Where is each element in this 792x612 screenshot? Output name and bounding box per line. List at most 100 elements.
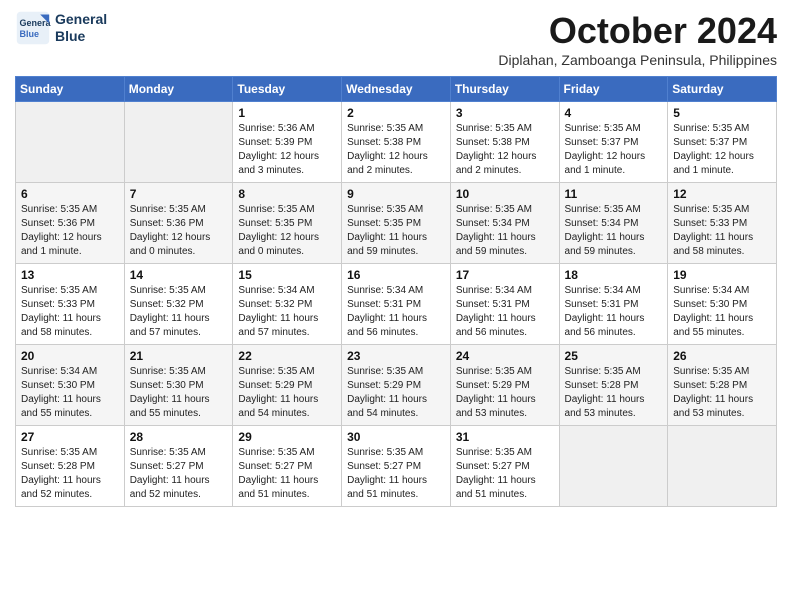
calendar-cell (559, 426, 668, 507)
calendar-cell: 6Sunrise: 5:35 AMSunset: 5:36 PMDaylight… (16, 183, 125, 264)
day-number: 30 (347, 430, 445, 444)
day-info: Sunrise: 5:35 AMSunset: 5:27 PMDaylight:… (456, 446, 554, 502)
day-number: 27 (21, 430, 119, 444)
calendar-week-row: 13 Sunrise: 5:35 AMSunset: 5:33 PMDayligh… (16, 264, 777, 345)
day-info: Sunrise: 5:34 AMSunset: 5:32 PMDaylight:… (238, 284, 336, 340)
day-info: Sunrise: 5:35 AMSunset: 5:29 PMDaylight:… (347, 365, 445, 421)
day-number: 29 (238, 430, 336, 444)
day-info: Sunrise: 5:35 AMSunset: 5:27 PMDaylight:… (238, 446, 336, 502)
day-number: 17 (456, 268, 554, 282)
weekday-header: Thursday (450, 77, 559, 102)
month-title: October 2024 (498, 10, 777, 52)
calendar-cell: 4Sunrise: 5:35 AMSunset: 5:37 PMDaylight… (559, 102, 668, 183)
logo-icon: General Blue (15, 10, 51, 46)
calendar-cell: 12 Sunrise: 5:35 AMSunset: 5:33 PMDayligh… (668, 183, 777, 264)
svg-text:Blue: Blue (20, 29, 40, 39)
calendar-week-row: 27 Sunrise: 5:35 AMSunset: 5:28 PMDayligh… (16, 426, 777, 507)
day-number: 21 (130, 349, 228, 363)
calendar-week-row: 20 Sunrise: 5:34 AMSunset: 5:30 PMDayligh… (16, 345, 777, 426)
calendar-cell (124, 102, 233, 183)
logo-text: General Blue (55, 11, 107, 45)
day-info: Sunrise: 5:35 AMSunset: 5:29 PMDaylight:… (456, 365, 554, 421)
day-info: Sunrise: 5:35 AMSunset: 5:34 PMDaylight:… (456, 203, 554, 259)
calendar-cell: 22Sunrise: 5:35 AMSunset: 5:29 PMDayligh… (233, 345, 342, 426)
day-info: Sunrise: 5:34 AMSunset: 5:30 PMDaylight:… (21, 365, 119, 421)
calendar-cell: 11 Sunrise: 5:35 AMSunset: 5:34 PMDayligh… (559, 183, 668, 264)
calendar-cell: 3Sunrise: 5:35 AMSunset: 5:38 PMDaylight… (450, 102, 559, 183)
day-info: Sunrise: 5:35 AMSunset: 5:35 PMDaylight:… (347, 203, 445, 259)
day-number: 4 (565, 106, 663, 120)
calendar-cell: 7Sunrise: 5:35 AMSunset: 5:36 PMDaylight… (124, 183, 233, 264)
day-info: Sunrise: 5:35 AMSunset: 5:32 PMDaylight:… (130, 284, 228, 340)
calendar-cell: 23 Sunrise: 5:35 AMSunset: 5:29 PMDayligh… (342, 345, 451, 426)
calendar-week-row: 1 Sunrise: 5:36 AMSunset: 5:39 PMDaylight… (16, 102, 777, 183)
day-number: 25 (565, 349, 663, 363)
day-number: 22 (238, 349, 336, 363)
location-subtitle: Diplahan, Zamboanga Peninsula, Philippin… (498, 52, 777, 68)
day-info: Sunrise: 5:35 AMSunset: 5:38 PMDaylight:… (456, 122, 554, 178)
calendar-cell: 5Sunrise: 5:35 AMSunset: 5:37 PMDaylight… (668, 102, 777, 183)
day-number: 6 (21, 187, 119, 201)
day-info: Sunrise: 5:36 AMSunset: 5:39 PMDaylight:… (238, 122, 336, 178)
page-header: General Blue General Blue October 2024 D… (15, 10, 777, 68)
day-info: Sunrise: 5:34 AMSunset: 5:31 PMDaylight:… (565, 284, 663, 340)
day-info: Sunrise: 5:35 AMSunset: 5:30 PMDaylight:… (130, 365, 228, 421)
calendar-cell: 24 Sunrise: 5:35 AMSunset: 5:29 PMDayligh… (450, 345, 559, 426)
calendar-cell: 14 Sunrise: 5:35 AMSunset: 5:32 PMDayligh… (124, 264, 233, 345)
day-info: Sunrise: 5:35 AMSunset: 5:33 PMDaylight:… (673, 203, 771, 259)
day-number: 15 (238, 268, 336, 282)
day-info: Sunrise: 5:35 AMSunset: 5:33 PMDaylight:… (21, 284, 119, 340)
day-number: 20 (21, 349, 119, 363)
day-info: Sunrise: 5:35 AMSunset: 5:34 PMDaylight:… (565, 203, 663, 259)
day-info: Sunrise: 5:35 AMSunset: 5:28 PMDaylight:… (673, 365, 771, 421)
day-number: 19 (673, 268, 771, 282)
day-number: 7 (130, 187, 228, 201)
calendar-cell: 25 Sunrise: 5:35 AMSunset: 5:28 PMDayligh… (559, 345, 668, 426)
weekday-header: Tuesday (233, 77, 342, 102)
day-info: Sunrise: 5:35 AMSunset: 5:27 PMDaylight:… (130, 446, 228, 502)
day-number: 31 (456, 430, 554, 444)
day-number: 18 (565, 268, 663, 282)
day-number: 23 (347, 349, 445, 363)
day-number: 1 (238, 106, 336, 120)
calendar-cell: 15 Sunrise: 5:34 AMSunset: 5:32 PMDayligh… (233, 264, 342, 345)
day-info: Sunrise: 5:34 AMSunset: 5:31 PMDaylight:… (347, 284, 445, 340)
weekday-header: Saturday (668, 77, 777, 102)
day-number: 24 (456, 349, 554, 363)
calendar-cell: 29 Sunrise: 5:35 AMSunset: 5:27 PMDayligh… (233, 426, 342, 507)
day-number: 9 (347, 187, 445, 201)
logo: General Blue General Blue (15, 10, 107, 46)
calendar-week-row: 6Sunrise: 5:35 AMSunset: 5:36 PMDaylight… (16, 183, 777, 264)
calendar-cell: 18 Sunrise: 5:34 AMSunset: 5:31 PMDayligh… (559, 264, 668, 345)
day-number: 12 (673, 187, 771, 201)
day-number: 16 (347, 268, 445, 282)
calendar-cell: 30 Sunrise: 5:35 AMSunset: 5:27 PMDayligh… (342, 426, 451, 507)
calendar-cell (668, 426, 777, 507)
day-number: 14 (130, 268, 228, 282)
calendar-cell: 1 Sunrise: 5:36 AMSunset: 5:39 PMDaylight… (233, 102, 342, 183)
calendar-cell: 21 Sunrise: 5:35 AMSunset: 5:30 PMDayligh… (124, 345, 233, 426)
day-info: Sunrise: 5:35 AMSunset: 5:28 PMDaylight:… (21, 446, 119, 502)
title-block: October 2024 Diplahan, Zamboanga Peninsu… (498, 10, 777, 68)
calendar-table: SundayMondayTuesdayWednesdayThursdayFrid… (15, 76, 777, 507)
calendar-cell: 19 Sunrise: 5:34 AMSunset: 5:30 PMDayligh… (668, 264, 777, 345)
day-info: Sunrise: 5:35 AMSunset: 5:27 PMDaylight:… (347, 446, 445, 502)
day-number: 26 (673, 349, 771, 363)
weekday-header: Wednesday (342, 77, 451, 102)
calendar-cell: 9 Sunrise: 5:35 AMSunset: 5:35 PMDaylight… (342, 183, 451, 264)
calendar-cell: 17 Sunrise: 5:34 AMSunset: 5:31 PMDayligh… (450, 264, 559, 345)
day-info: Sunrise: 5:34 AMSunset: 5:30 PMDaylight:… (673, 284, 771, 340)
day-number: 13 (21, 268, 119, 282)
calendar-cell: 8Sunrise: 5:35 AMSunset: 5:35 PMDaylight… (233, 183, 342, 264)
day-number: 11 (565, 187, 663, 201)
day-info: Sunrise: 5:34 AMSunset: 5:31 PMDaylight:… (456, 284, 554, 340)
calendar-cell: 2Sunrise: 5:35 AMSunset: 5:38 PMDaylight… (342, 102, 451, 183)
calendar-cell: 10Sunrise: 5:35 AMSunset: 5:34 PMDayligh… (450, 183, 559, 264)
calendar-cell: 26 Sunrise: 5:35 AMSunset: 5:28 PMDayligh… (668, 345, 777, 426)
weekday-header: Monday (124, 77, 233, 102)
day-number: 28 (130, 430, 228, 444)
day-info: Sunrise: 5:35 AMSunset: 5:35 PMDaylight:… (238, 203, 336, 259)
day-info: Sunrise: 5:35 AMSunset: 5:28 PMDaylight:… (565, 365, 663, 421)
calendar-cell: 31 Sunrise: 5:35 AMSunset: 5:27 PMDayligh… (450, 426, 559, 507)
day-number: 5 (673, 106, 771, 120)
